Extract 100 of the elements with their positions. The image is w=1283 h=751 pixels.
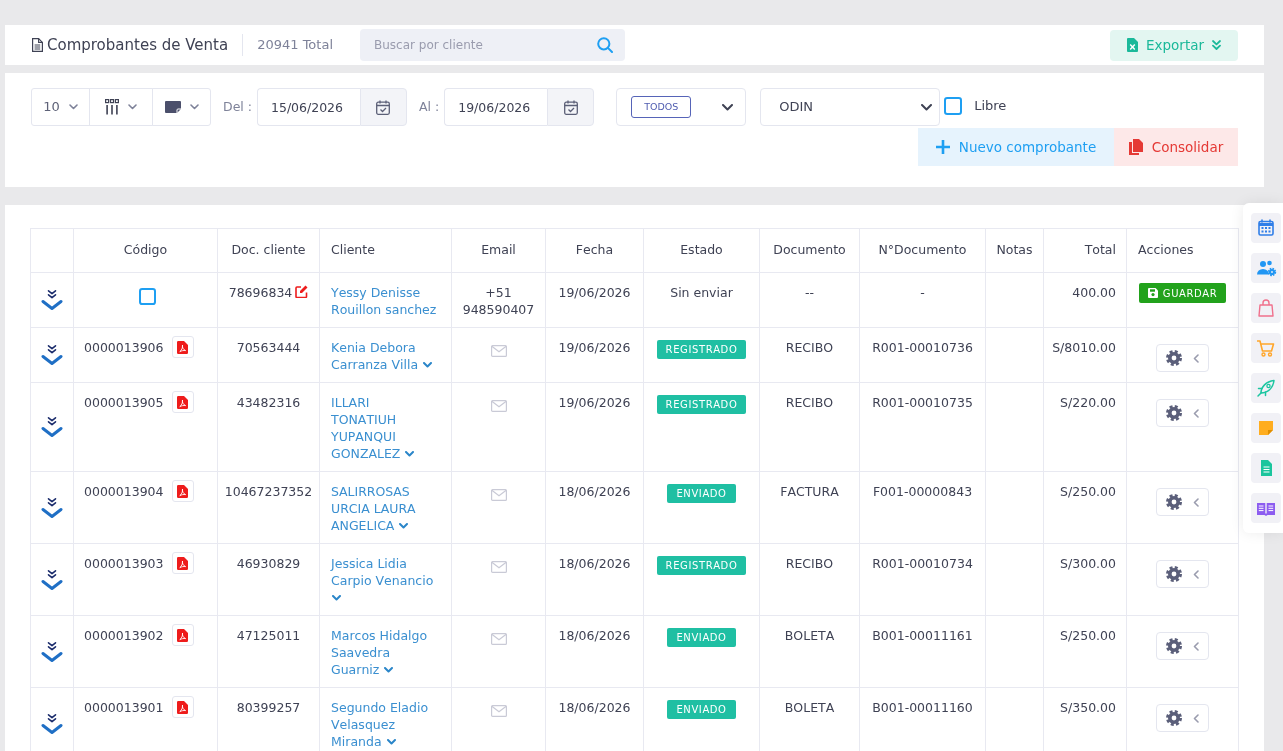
libre-label: Libre (974, 96, 1007, 115)
status-chip: TODOS (631, 96, 692, 118)
chevron-down-icon (722, 103, 734, 111)
invoice-code: 0000013905 (84, 393, 164, 411)
status-badge: ENVIADO (667, 628, 736, 647)
settings-button[interactable] (1156, 632, 1209, 660)
table-cell: S/300.00 (1043, 543, 1127, 616)
table-cell: -- (759, 272, 860, 328)
save-button[interactable]: GUARDAR (1138, 283, 1227, 303)
table-cell: 46930829 (217, 543, 320, 616)
settings-button[interactable] (1156, 344, 1209, 372)
search-button[interactable] (589, 29, 625, 61)
settings-button[interactable] (1156, 488, 1209, 516)
settings-button[interactable] (1156, 560, 1209, 588)
pdf-button[interactable] (171, 336, 194, 358)
table-cell: 70563444 (217, 327, 320, 383)
invoice-code: 0000013902 (84, 626, 164, 644)
calendar-button[interactable] (547, 88, 595, 126)
table-cell: 18/06/2026 (545, 471, 644, 544)
pdf-button[interactable] (171, 480, 194, 502)
chevron-down-icon (423, 362, 433, 368)
pdf-button[interactable] (171, 696, 194, 718)
status-badge: REGISTRADO (656, 340, 747, 359)
status-badge: ENVIADO (667, 484, 736, 503)
pdf-button[interactable] (171, 391, 194, 413)
date-field[interactable]: 15/06/2026 (257, 88, 360, 126)
pdf-button[interactable] (171, 552, 194, 574)
pdf-button[interactable] (171, 624, 194, 646)
chevron-left-icon (1193, 569, 1199, 579)
columns-select[interactable] (89, 88, 153, 126)
expand-icon[interactable] (41, 568, 63, 591)
expand-icon[interactable] (41, 640, 63, 663)
calendar-button[interactable] (360, 88, 407, 126)
column-header: Estado (643, 228, 760, 273)
date-field[interactable]: 19/06/2026 (444, 88, 548, 126)
invoice-code: 0000013904 (84, 482, 164, 500)
table-cell: 18/06/2026 (545, 543, 644, 616)
row-checkbox[interactable] (139, 288, 156, 305)
column-header: Acciones (1126, 228, 1239, 273)
table-cell: 18/06/2026 (545, 615, 644, 688)
chevron-down-icon (332, 595, 341, 601)
settings-icon (1166, 350, 1182, 366)
table-cell: R001-00010736 (859, 327, 986, 383)
table-cell: 19/06/2026 (545, 382, 644, 472)
table-cell: S/8010.00 (1043, 327, 1127, 383)
new-invoice-button[interactable]: Nuevo comprobante (918, 128, 1114, 166)
status-badge: REGISTRADO (656, 556, 747, 575)
table-cell: RECIBO (759, 327, 860, 383)
note-select[interactable] (152, 88, 211, 126)
shopping-bag-icon[interactable] (1251, 293, 1281, 323)
table-cell: R001-00010735 (859, 382, 986, 472)
pdf-icon (177, 395, 189, 409)
status-select[interactable]: TODOS (616, 88, 747, 126)
calendar-icon[interactable] (1251, 213, 1281, 243)
save-icon (1147, 288, 1158, 298)
plus-icon (935, 140, 950, 154)
consolidate-button[interactable]: Consolidar (1114, 128, 1238, 166)
search-field[interactable]: Buscar por cliente (360, 29, 589, 61)
date-label: Del : (223, 97, 252, 116)
table-cell: 400.00 (1043, 272, 1127, 328)
edit-icon[interactable] (295, 285, 309, 298)
column-header: Notas (985, 228, 1044, 273)
page-title: Comprobantes de Venta (47, 34, 229, 56)
chevron-down-icon (399, 523, 409, 529)
invoice-code: 0000013901 (84, 698, 164, 716)
users-gear-icon[interactable] (1251, 253, 1281, 283)
pdf-icon (177, 340, 189, 354)
expand-icon[interactable] (41, 344, 63, 366)
pdf-icon (177, 556, 189, 570)
chevron-down-icon (189, 104, 199, 110)
settings-button[interactable] (1156, 704, 1209, 732)
expand-icon[interactable] (41, 289, 63, 311)
settings-icon (1166, 710, 1182, 726)
table-cell: 10467237352 (217, 471, 320, 544)
table-cell: 19/06/2026 (545, 272, 644, 328)
table-cell: Sin enviar (643, 272, 760, 328)
export-button[interactable]: Exportar (1110, 29, 1238, 61)
table-cell: - (859, 272, 986, 328)
settings-icon (1166, 566, 1182, 582)
invoice-code: 0000013903 (84, 554, 164, 572)
date-label: Al : (419, 97, 440, 116)
expand-icon[interactable] (41, 712, 63, 735)
table-cell: +51 948590407 (451, 272, 546, 328)
columns-icon (105, 99, 119, 115)
table-cell: R001-00010734 (859, 543, 986, 616)
column-header: Fecha (545, 228, 644, 273)
document-icon (32, 38, 43, 52)
chevron-left-icon (1193, 641, 1199, 651)
series-select[interactable]: ODIN (760, 88, 941, 126)
table-cell: RECIBO (759, 543, 860, 616)
settings-button[interactable] (1156, 399, 1209, 427)
chevron-down-icon (384, 667, 394, 673)
libre-checkbox[interactable] (944, 97, 963, 115)
book-icon[interactable] (1251, 493, 1281, 523)
page-size-select[interactable]: 10 (31, 88, 90, 126)
column-header: Código (73, 228, 218, 273)
column-header: Email (451, 228, 546, 273)
expand-icon[interactable] (41, 496, 63, 519)
expand-icon[interactable] (41, 416, 63, 438)
table-cell: S/250.00 (1043, 471, 1127, 544)
